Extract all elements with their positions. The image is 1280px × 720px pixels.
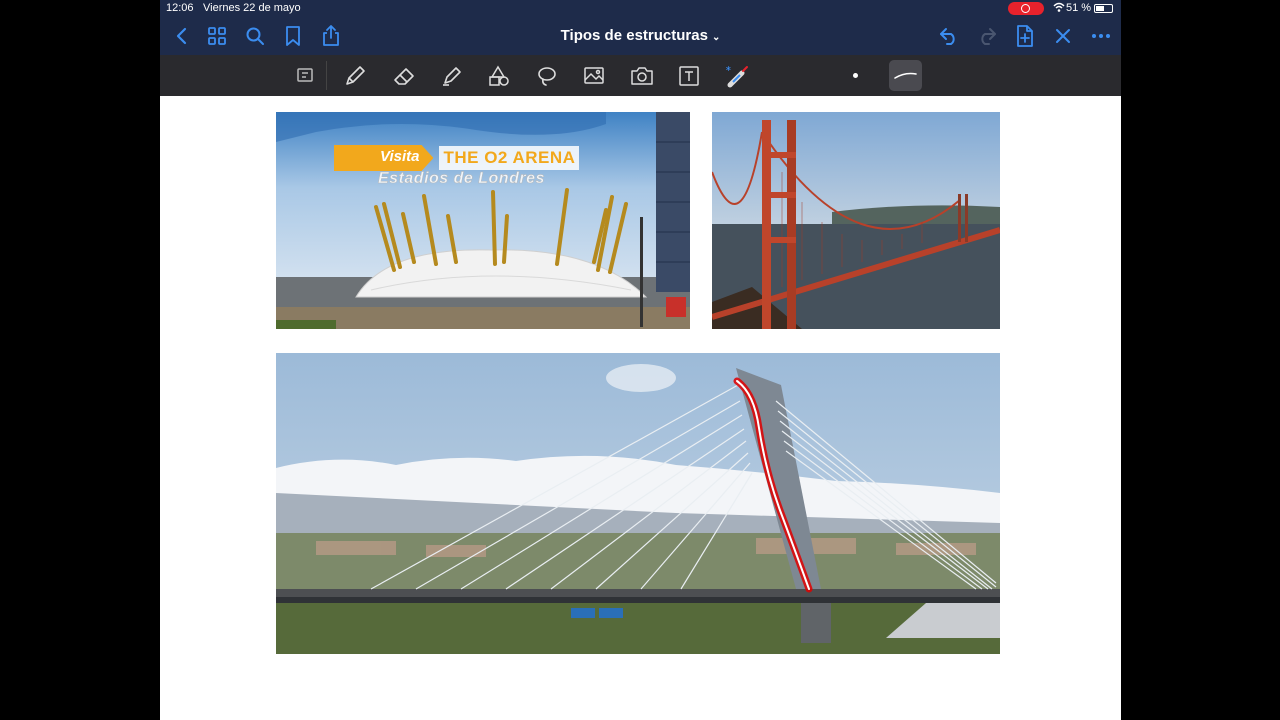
image-icon[interactable] <box>581 63 607 89</box>
chevron-down-icon: ⌄ <box>711 32 721 43</box>
battery-icon <box>1094 4 1113 13</box>
nav-bar: Tipos de estructuras ⌄ <box>160 17 1121 55</box>
close-icon[interactable] <box>1051 24 1075 48</box>
eraser-icon[interactable] <box>391 63 417 89</box>
battery-percent: 51 % <box>1066 2 1092 14</box>
status-bar: 12:06 Viernes 22 de mayo 51 % <box>160 0 1121 17</box>
app-window: 12:06 Viernes 22 de mayo 51 % Tipos de e… <box>160 0 1121 720</box>
page-canvas[interactable]: Visita THE O2 ARENA Estadios de Londres <box>160 96 1121 720</box>
document-title-text: Tipos de estructuras <box>560 27 708 44</box>
lasso-select-icon[interactable] <box>292 63 318 89</box>
clock: 12:06 <box>166 2 194 14</box>
visita-label: Visita <box>334 145 434 171</box>
screen-recording-indicator[interactable] <box>1008 2 1044 15</box>
o2-subtitle: Estadios de Londres <box>378 170 545 188</box>
highlighter-icon[interactable] <box>439 63 465 89</box>
o2-banner: Visita THE O2 ARENA <box>334 145 580 171</box>
cable-stayed-bridge-image[interactable] <box>276 353 1000 654</box>
tool-bar: ∗ <box>160 55 1121 96</box>
svg-text:∗: ∗ <box>725 64 732 73</box>
wifi-icon <box>1053 1 1065 16</box>
stroke-size-dot[interactable] <box>853 73 858 78</box>
date: Viernes 22 de mayo <box>203 2 301 14</box>
redo-icon[interactable] <box>975 24 999 48</box>
o2-arena-image[interactable]: Visita THE O2 ARENA Estadios de Londres <box>276 112 690 329</box>
text-icon[interactable] <box>676 63 702 89</box>
pen-icon[interactable] <box>342 63 368 89</box>
add-page-icon[interactable] <box>1013 24 1037 48</box>
stroke-style-selector[interactable] <box>889 60 922 91</box>
undo-icon[interactable] <box>937 24 961 48</box>
o2-title: THE O2 ARENA <box>439 146 580 170</box>
lasso-icon[interactable] <box>534 63 560 89</box>
shapes-icon[interactable] <box>486 63 512 89</box>
more-icon[interactable] <box>1089 24 1113 48</box>
laser-pointer-icon[interactable]: ∗ <box>725 63 751 89</box>
golden-gate-bridge-image[interactable] <box>712 112 1000 329</box>
toolbar-divider <box>326 61 327 90</box>
camera-icon[interactable] <box>629 63 655 89</box>
